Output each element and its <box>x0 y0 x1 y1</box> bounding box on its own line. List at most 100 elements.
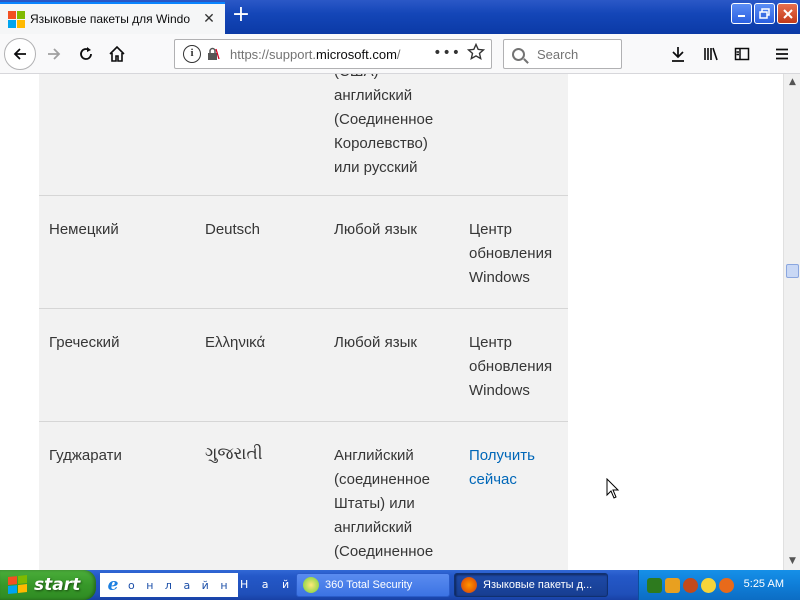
system-tray: 5:25 AM <box>638 570 800 600</box>
get-now-link[interactable]: Получить сейчас <box>469 444 564 492</box>
cell-line: или русский <box>334 159 418 176</box>
cell-line: Штаты) или <box>334 495 415 512</box>
url-domain: microsoft.com <box>316 46 397 62</box>
start-label: start <box>34 575 81 595</box>
antivirus-icon[interactable] <box>683 577 698 593</box>
quick-launch-text: о н л а й н - и . . . <box>128 578 236 592</box>
bookmark-star-icon[interactable] <box>467 43 485 61</box>
base-language-cell: Английский (соединенное Штаты) или англи… <box>334 444 459 564</box>
url-bar[interactable]: i https://support.microsoft.com/ ••• <box>174 39 492 69</box>
forward-button[interactable] <box>40 40 68 68</box>
close-tab-icon[interactable]: ✕ <box>201 11 217 27</box>
taskbar-item-360-total-security[interactable]: 360 Total Security <box>296 573 450 597</box>
cell-line: (США) <box>334 74 459 84</box>
table-row: Немецкий Deutsch Любой язык Центр обновл… <box>39 196 568 309</box>
back-arrow-icon <box>13 48 26 60</box>
download-icon <box>672 47 684 62</box>
search-tray-icon[interactable] <box>719 577 734 593</box>
base-language-cell: Любой язык <box>334 334 417 351</box>
page-actions-button[interactable]: ••• <box>433 45 461 61</box>
library-button[interactable] <box>697 40 725 68</box>
search-input[interactable]: Search <box>537 47 578 62</box>
url-path: / <box>396 46 401 62</box>
360-tray-icon[interactable] <box>701 577 716 593</box>
window-controls <box>731 3 798 24</box>
close-window-button[interactable] <box>777 3 798 24</box>
start-button[interactable]: start <box>0 570 96 600</box>
network-icon[interactable] <box>665 577 680 593</box>
vertical-scrollbar[interactable]: ▲ ▼ <box>783 74 800 570</box>
cell-line: обновления <box>469 358 553 375</box>
navigation-toolbar: i https://support.microsoft.com/ ••• Sea… <box>0 34 800 74</box>
home-button[interactable] <box>103 40 131 68</box>
task-label: Языковые пакеты д... <box>483 579 593 591</box>
native-name-cell: ગુજરાતી <box>205 444 263 463</box>
info-icon[interactable]: i <box>183 45 201 63</box>
close-icon <box>782 8 793 19</box>
browser-titlebar: Языковые пакеты для Windows ✕ + <box>0 0 800 34</box>
tab-title: Языковые пакеты для Windows <box>30 12 190 26</box>
tab-active[interactable]: Языковые пакеты для Windows ✕ <box>0 2 225 34</box>
scroll-down-icon[interactable]: ▼ <box>787 556 798 567</box>
cell-line: Королевство) <box>334 135 428 152</box>
downloads-button[interactable] <box>664 40 692 68</box>
mouse-cursor-icon <box>606 478 620 499</box>
cell-line: Windows <box>469 269 530 286</box>
table-row: Гуджарати ગુજરાતી Английский (соединенно… <box>39 422 568 570</box>
base-language-cell: Любой язык <box>334 221 417 238</box>
cell-line: Центр <box>469 221 512 238</box>
cell-line: английский <box>334 519 413 536</box>
windows-taskbar: start e о н л а й н - и . . . Н а й т и … <box>0 570 800 600</box>
reload-icon <box>80 47 92 60</box>
cell-line: Английский <box>334 447 414 464</box>
url-text: https://support.microsoft.com/ <box>230 47 430 62</box>
download-source-cell: Центр обновления Windows <box>469 331 564 403</box>
home-icon <box>109 45 125 62</box>
language-name-cell: Гуджарати <box>49 447 122 464</box>
forward-arrow-icon <box>48 48 61 60</box>
page-content: (США) английский (Соединенное Королевств… <box>0 74 783 570</box>
cell-line: Windows <box>469 382 530 399</box>
internet-explorer-icon: e <box>107 575 119 595</box>
reload-button[interactable] <box>72 40 100 68</box>
system-clock: 5:25 AM <box>743 578 784 590</box>
scroll-thumb[interactable] <box>786 264 799 278</box>
task-label: 360 Total Security <box>325 579 413 591</box>
quick-launch-ie[interactable]: e о н л а й н - и . . . <box>100 573 238 597</box>
table-row: Греческий Ελληνικά Любой язык Центр обно… <box>39 309 568 422</box>
windows-flag-icon <box>8 575 28 595</box>
link-line[interactable]: сейчас <box>469 468 564 492</box>
microsoft-logo-icon <box>8 11 25 28</box>
sidebar-icon <box>734 47 750 61</box>
hamburger-menu-icon <box>776 48 788 60</box>
cell-line: (Соединенное <box>334 111 434 128</box>
back-button[interactable] <box>4 38 36 70</box>
minimize-button[interactable] <box>731 3 752 24</box>
cell-line: английский <box>334 87 413 104</box>
restore-icon <box>759 8 770 19</box>
restore-button[interactable] <box>754 3 775 24</box>
search-icon <box>512 47 525 61</box>
download-source-cell: Центр обновления Windows <box>469 218 564 290</box>
url-scheme: https://support. <box>230 46 316 62</box>
cell-line: обновления <box>469 245 553 262</box>
taskbar-item-firefox[interactable]: Языковые пакеты д... <box>454 573 608 597</box>
360-security-icon <box>303 577 319 593</box>
library-icon <box>704 47 718 61</box>
cell-line: Центр <box>469 334 512 351</box>
menu-button[interactable] <box>768 40 796 68</box>
native-name-cell: Deutsch <box>205 221 261 238</box>
native-name-cell: Ελληνικά <box>205 334 266 351</box>
link-line[interactable]: Получить <box>469 444 564 468</box>
lock-icon[interactable] <box>206 47 220 61</box>
cell-line: (Соединенное <box>334 543 434 560</box>
language-name-cell: Немецкий <box>49 221 119 238</box>
scroll-up-icon[interactable]: ▲ <box>787 77 798 88</box>
sidebar-button[interactable] <box>728 40 756 68</box>
new-tab-button[interactable]: + <box>230 4 252 27</box>
firefox-icon <box>461 577 477 593</box>
quick-find-text[interactable]: Н а й т и <box>240 573 292 597</box>
shield-icon[interactable] <box>647 577 662 593</box>
language-packs-table: (США) английский (Соединенное Королевств… <box>39 74 568 570</box>
search-box[interactable]: Search <box>503 39 622 69</box>
